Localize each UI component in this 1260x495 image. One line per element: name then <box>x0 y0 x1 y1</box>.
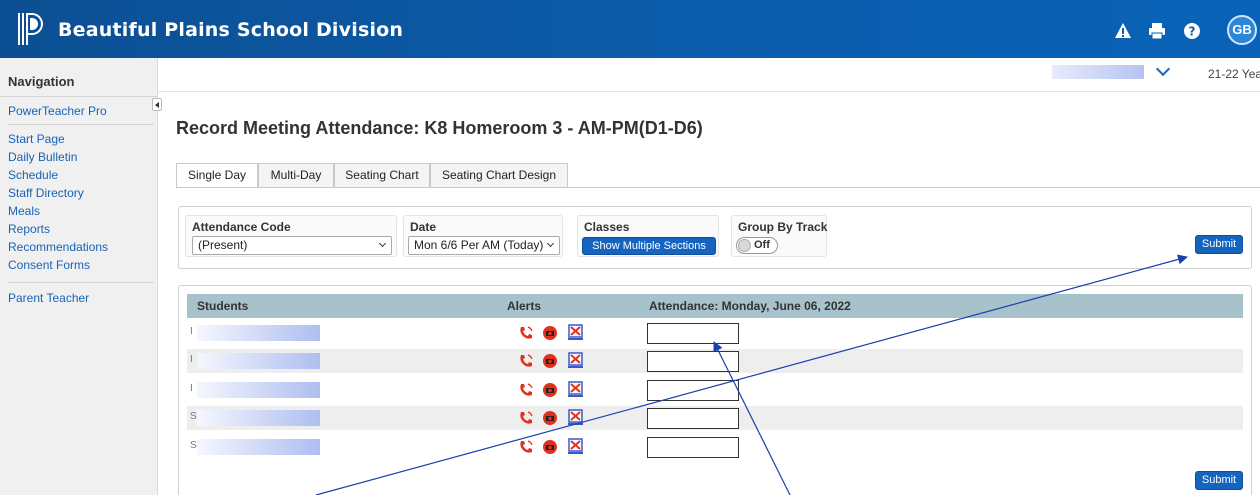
student-name[interactable] <box>197 325 320 341</box>
phone-alert-icon[interactable] <box>518 353 534 369</box>
tab-single-day[interactable]: Single Day <box>176 163 258 188</box>
show-multiple-sections-button[interactable]: Show Multiple Sections <box>582 237 716 255</box>
date-select[interactable]: Mon 6/6 Per AM (Today) <box>408 236 560 255</box>
nav-divider <box>8 282 154 283</box>
page-title: Record Meeting Attendance: K8 Homeroom 3… <box>176 118 703 138</box>
flag-alert-icon[interactable] <box>567 409 584 426</box>
user-avatar[interactable]: GB <box>1227 15 1257 45</box>
table-row: S <box>187 406 1243 430</box>
sidebar-item-schedule[interactable]: Schedule <box>8 168 58 182</box>
powerschool-logo-icon[interactable] <box>16 12 46 46</box>
student-name[interactable] <box>197 382 320 398</box>
sidebar-item-parent-teacher[interactable]: Parent Teacher <box>8 291 89 305</box>
sidebar: Navigation PowerTeacher Pro Start Page D… <box>0 58 158 495</box>
flag-alert-icon[interactable] <box>567 438 584 455</box>
attendance-code-label: Attendance Code <box>192 220 291 234</box>
sidebar-item-daily-bulletin[interactable]: Daily Bulletin <box>8 150 77 164</box>
student-initial: I <box>190 326 193 337</box>
group-by-track-label: Group By Track <box>738 220 828 234</box>
no-photo-alert-icon[interactable] <box>542 439 558 455</box>
app-header: Beautiful Plains School Division ? GB <box>0 0 1260 58</box>
attendance-code-group: Attendance Code (Present) <box>185 215 397 257</box>
filter-panel: Attendance Code (Present) Date Mon 6/6 P… <box>178 206 1252 269</box>
table-row: I <box>187 321 1243 345</box>
phone-alert-icon[interactable] <box>518 382 534 398</box>
student-initial: I <box>190 383 193 394</box>
svg-text:?: ? <box>1189 25 1196 39</box>
tab-seating-chart[interactable]: Seating Chart <box>334 163 430 187</box>
attendance-panel: Students Alerts Attendance: Monday, June… <box>178 285 1252 495</box>
attendance-input[interactable] <box>647 408 739 429</box>
submit-button-bottom[interactable]: Submit <box>1195 471 1243 490</box>
phone-alert-icon[interactable] <box>518 439 534 455</box>
group-by-track-toggle[interactable]: Off <box>736 237 778 254</box>
sidebar-item-start-page[interactable]: Start Page <box>8 132 65 146</box>
tab-multi-day[interactable]: Multi-Day <box>258 163 334 187</box>
sidebar-item-staff-directory[interactable]: Staff Directory <box>8 186 84 200</box>
student-name[interactable] <box>197 353 320 369</box>
tab-underline <box>176 187 1260 188</box>
chevron-down-icon[interactable] <box>1155 61 1171 77</box>
no-photo-alert-icon[interactable] <box>542 325 558 341</box>
chevron-down-icon <box>546 239 555 248</box>
brand-title[interactable]: Beautiful Plains School Division <box>58 19 403 41</box>
attendance-table-header: Students Alerts Attendance: Monday, June… <box>187 294 1243 318</box>
top-strip: 21-22 Yea <box>158 58 1260 92</box>
classes-label: Classes <box>584 220 630 234</box>
table-row: S <box>187 435 1243 459</box>
attendance-input[interactable] <box>647 380 739 401</box>
chevron-down-icon <box>378 239 387 248</box>
school-selector[interactable] <box>1052 65 1144 79</box>
toggle-state: Off <box>754 239 770 251</box>
col-alerts: Alerts <box>507 299 542 313</box>
group-by-track-group: Group By Track Off <box>731 215 827 257</box>
sidebar-item-meals[interactable]: Meals <box>8 204 40 218</box>
date-value: Mon 6/6 Per AM (Today) <box>414 238 544 252</box>
student-name[interactable] <box>197 439 320 455</box>
col-attendance: Attendance: Monday, June 06, 2022 <box>649 299 851 313</box>
sidebar-item-reports[interactable]: Reports <box>8 222 50 236</box>
phone-alert-icon[interactable] <box>518 410 534 426</box>
date-label: Date <box>410 220 437 234</box>
flag-alert-icon[interactable] <box>567 381 584 398</box>
no-photo-alert-icon[interactable] <box>542 382 558 398</box>
student-initial: S <box>190 440 197 451</box>
alert-icon[interactable] <box>1114 22 1132 40</box>
no-photo-alert-icon[interactable] <box>542 353 558 369</box>
attendance-code-select[interactable]: (Present) <box>192 236 392 255</box>
tab-seating-chart-design[interactable]: Seating Chart Design <box>430 163 568 187</box>
col-students: Students <box>197 299 249 313</box>
attendance-code-value: (Present) <box>198 238 248 252</box>
nav-title: Navigation <box>8 74 75 89</box>
student-initial: S <box>190 411 197 422</box>
term-selector[interactable]: 21-22 Yea <box>1208 67 1260 81</box>
table-row: I <box>187 378 1243 402</box>
sidebar-item-consent-forms[interactable]: Consent Forms <box>8 258 90 272</box>
date-group: Date Mon 6/6 Per AM (Today) <box>403 215 563 257</box>
collapse-sidebar-button[interactable] <box>152 98 162 111</box>
no-photo-alert-icon[interactable] <box>542 410 558 426</box>
attendance-input[interactable] <box>647 323 739 344</box>
attendance-input[interactable] <box>647 437 739 458</box>
student-initial: I <box>190 354 193 365</box>
phone-alert-icon[interactable] <box>518 325 534 341</box>
submit-button-top[interactable]: Submit <box>1195 235 1243 254</box>
classes-group: Classes Show Multiple Sections <box>577 215 719 257</box>
attendance-input[interactable] <box>647 351 739 372</box>
flag-alert-icon[interactable] <box>567 324 584 341</box>
toggle-knob <box>738 239 751 252</box>
table-row: I <box>187 349 1243 373</box>
nav-divider <box>0 96 158 97</box>
help-icon[interactable]: ? <box>1183 22 1201 40</box>
sidebar-item-recommendations[interactable]: Recommendations <box>8 240 108 254</box>
sidebar-item-powerteacher-pro[interactable]: PowerTeacher Pro <box>8 104 107 118</box>
print-icon[interactable] <box>1148 22 1166 40</box>
student-name[interactable] <box>197 410 320 426</box>
nav-divider <box>8 124 154 125</box>
flag-alert-icon[interactable] <box>567 352 584 369</box>
